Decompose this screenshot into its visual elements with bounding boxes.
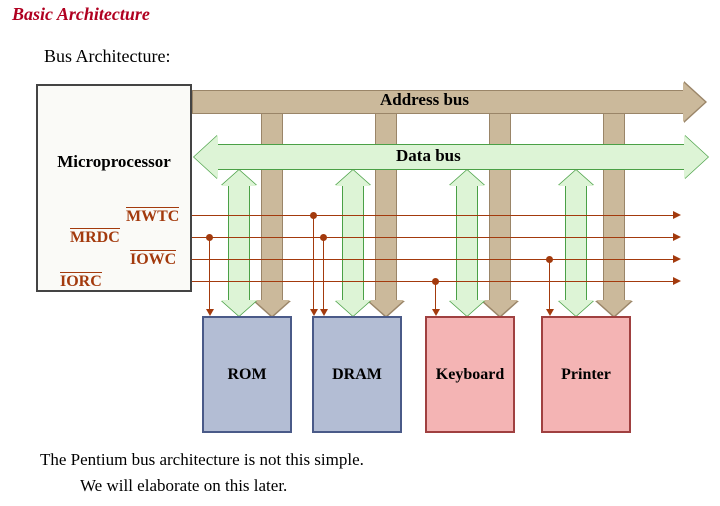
drop-kbd-iorc	[435, 281, 436, 309]
addr-drop-rom	[261, 114, 283, 300]
signal-iowc: IOWC	[130, 250, 176, 269]
device-dram: DRAM	[312, 316, 402, 433]
drop-prn-iowc	[549, 259, 550, 309]
device-printer: Printer	[541, 316, 631, 433]
addr-drop-dram	[375, 114, 397, 300]
footer-line-1: The Pentium bus architecture is not this…	[40, 450, 364, 470]
subtitle: Bus Architecture:	[44, 46, 170, 67]
ctrl-line-mwtc	[192, 215, 673, 216]
signal-mrdc: MRDC	[70, 228, 120, 247]
data-drop-rom	[228, 186, 250, 300]
ctrl-line-iowc	[192, 259, 673, 260]
drop-dram-mwtc	[313, 215, 314, 309]
microprocessor-label: Microprocessor	[44, 152, 184, 172]
page-title: Basic Architecture	[12, 4, 150, 25]
ctrl-line-mrdc	[192, 237, 673, 238]
signal-iorc: IORC	[60, 272, 102, 291]
addr-drop-printer	[603, 114, 625, 300]
footer-line-2: We will elaborate on this later.	[80, 476, 287, 496]
device-rom: ROM	[202, 316, 292, 433]
device-keyboard: Keyboard	[425, 316, 515, 433]
data-drop-dram	[342, 186, 364, 300]
data-bus-label: Data bus	[396, 146, 461, 166]
data-drop-keyboard	[456, 186, 478, 300]
signal-mwtc: MWTC	[126, 207, 179, 226]
address-bus-label: Address bus	[380, 90, 469, 110]
drop-rom-mrdc	[209, 237, 210, 309]
data-drop-printer	[565, 186, 587, 300]
addr-drop-keyboard	[489, 114, 511, 300]
drop-dram-mrdc	[323, 237, 324, 309]
